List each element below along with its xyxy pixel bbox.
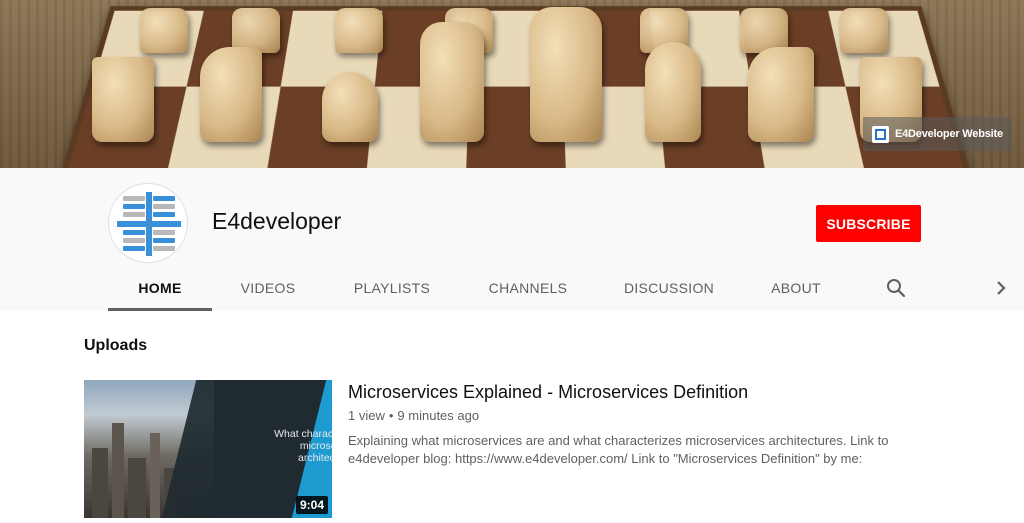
video-metadata: 1 view • 9 minutes ago	[348, 408, 479, 423]
chess-piece	[645, 42, 701, 142]
chess-piece	[335, 8, 383, 53]
video-title[interactable]: Microservices Explained - Microservices …	[348, 382, 748, 403]
chess-piece	[92, 57, 154, 142]
channel-name: E4developer	[212, 208, 342, 234]
website-favicon-icon	[872, 125, 889, 143]
tab-videos[interactable]: VIDEOS	[232, 268, 304, 308]
chess-piece	[840, 8, 888, 53]
chevron-right-icon[interactable]	[992, 278, 1010, 298]
tab-home[interactable]: HOME	[108, 268, 212, 311]
chess-piece	[200, 47, 262, 142]
chess-piece	[140, 8, 188, 53]
meta-separator: •	[388, 408, 394, 423]
channel-banner: E4Developer Website	[0, 0, 1024, 168]
chess-piece	[420, 22, 484, 142]
search-icon[interactable]	[884, 276, 908, 300]
video-thumbnail[interactable]: What characterizes microservices archite…	[84, 380, 332, 518]
video-views: 1 view	[348, 408, 385, 423]
channel-header: E4developer SUBSCRIBE HOME VIDEOS PLAYLI…	[0, 168, 1024, 311]
video-age: 9 minutes ago	[397, 408, 480, 423]
chess-board-image	[60, 6, 972, 168]
website-link-label: E4Developer Website	[895, 128, 1003, 140]
subscribe-button[interactable]: SUBSCRIBE	[816, 205, 921, 242]
channel-tabs: HOME VIDEOS PLAYLISTS CHANNELS DISCUSSIO…	[0, 268, 1024, 311]
video-duration: 9:04	[295, 496, 328, 514]
thumbnail-caption: What characterizes microservices archite…	[274, 428, 332, 464]
tab-about[interactable]: ABOUT	[764, 268, 828, 308]
website-link[interactable]: E4Developer Website	[863, 117, 1012, 151]
tab-channels[interactable]: CHANNELS	[482, 268, 574, 308]
video-description: Explaining what microservices are and wh…	[348, 433, 889, 466]
tab-playlists[interactable]: PLAYLISTS	[348, 268, 436, 308]
chess-piece	[530, 7, 602, 142]
chess-piece	[748, 47, 814, 142]
tab-discussion[interactable]: DISCUSSION	[620, 268, 718, 308]
uploads-section-title[interactable]: Uploads	[84, 337, 147, 355]
chess-piece	[322, 72, 378, 142]
channel-avatar[interactable]	[108, 183, 188, 263]
